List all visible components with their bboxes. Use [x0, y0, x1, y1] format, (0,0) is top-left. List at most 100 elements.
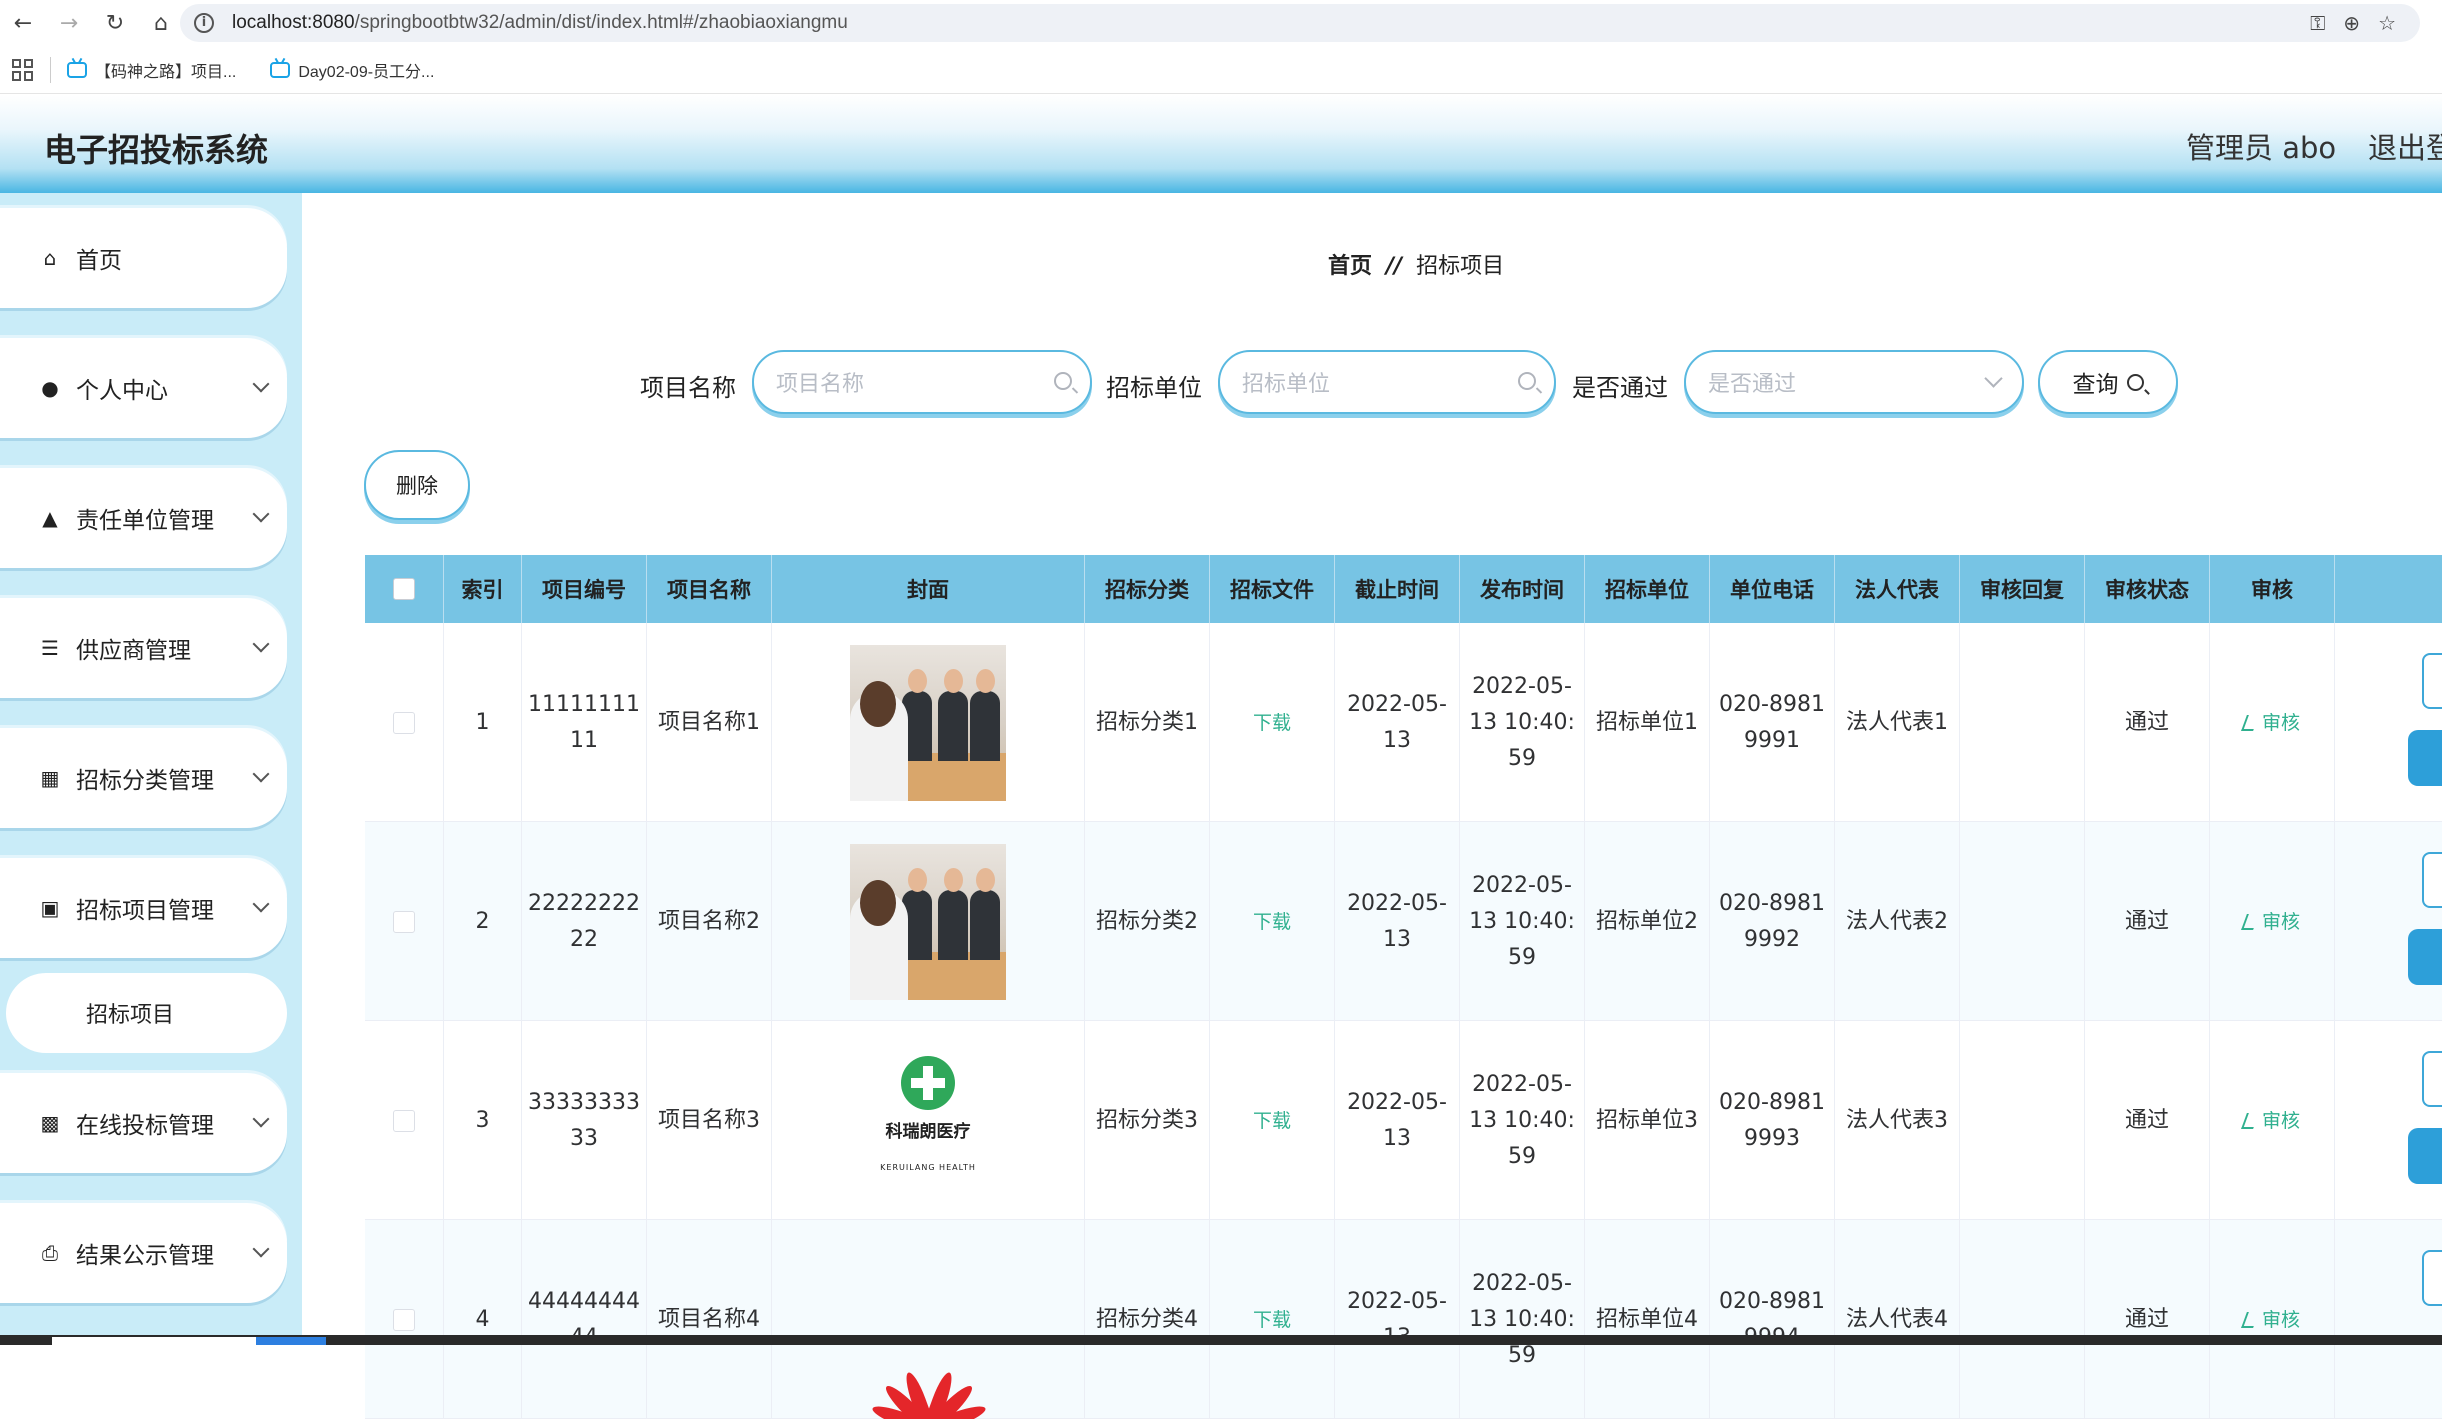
edit-icon: [2241, 714, 2259, 731]
url-path: /springbootbtw32/admin/dist/index.html#/…: [354, 12, 848, 33]
edit-icon: [2241, 913, 2259, 930]
col-header[interactable]: 招标分类: [1085, 555, 1210, 623]
row-checkbox[interactable]: [393, 711, 415, 734]
col-header[interactable]: 项目名称: [647, 555, 772, 623]
table-header: 索引 项目编号 项目名称 封面 招标分类 招标文件 截止时间 发布时间 招标单位…: [365, 555, 2442, 623]
sidebar-item-online-bid[interactable]: ▩ 在线投标管理: [0, 1073, 287, 1173]
audit-label: 审核: [2261, 1308, 2300, 1331]
printer-icon: ⎙: [42, 1241, 58, 1265]
col-header[interactable]: 单位电话: [1710, 555, 1835, 623]
sidebar-item-responsible-unit[interactable]: ▲ 责任单位管理: [0, 468, 287, 568]
cell-name: 项目名称1: [647, 623, 772, 822]
chevron-down-icon: [252, 635, 270, 653]
col-header[interactable]: 招标文件: [1210, 555, 1335, 623]
audit-link[interactable]: 审核: [2241, 1103, 2300, 1139]
cover-meeting-photo[interactable]: [850, 644, 1006, 801]
query-button[interactable]: 查询: [2038, 350, 2178, 414]
medical-cross-icon: [901, 1055, 955, 1110]
zoom-icon[interactable]: ⊕: [2343, 11, 2360, 35]
cell-name: 项目名称2: [647, 822, 772, 1021]
edit-button[interactable]: [2408, 730, 2442, 786]
audit-label: 审核: [2261, 711, 2300, 734]
unit-filter-label: 招标单位: [1106, 374, 1202, 402]
select-all-checkbox[interactable]: [393, 578, 415, 600]
forward-icon[interactable]: →: [46, 0, 92, 46]
col-header[interactable]: 审核状态: [2085, 555, 2210, 623]
cell-reply: [1960, 1220, 2085, 1419]
row-checkbox[interactable]: [393, 1308, 415, 1331]
audit-link[interactable]: 审核: [2241, 1302, 2300, 1338]
sidebar-item-result[interactable]: ⎙ 结果公示管理: [0, 1203, 287, 1303]
detail-button[interactable]: [2422, 653, 2442, 709]
bookmark-item[interactable]: Day02-09-员工分...: [270, 58, 434, 82]
sidebar: ⌂ 首页 ● 个人中心 ▲ 责任单位管理 ☰ 供应商管理 ▦ 招标分类管理 ▣ 招标项目管理…: [0, 193, 302, 1345]
pass-select[interactable]: 是否通过: [1684, 350, 2024, 414]
logo-en-text: KERUILANG HEALTH: [880, 1162, 976, 1172]
col-header[interactable]: 法人代表: [1835, 555, 1960, 623]
back-icon[interactable]: ←: [0, 0, 46, 46]
detail-button[interactable]: [2422, 852, 2442, 908]
col-header[interactable]: 审核: [2210, 555, 2335, 623]
apps-grid-icon[interactable]: [12, 58, 34, 81]
cell-name: 项目名称4: [647, 1220, 772, 1419]
cell-cover: [772, 623, 1085, 822]
cover-huawei-logo[interactable]: [850, 1339, 1006, 1419]
download-link[interactable]: 下载: [1253, 705, 1291, 741]
col-header[interactable]: 项目编号: [522, 555, 647, 623]
bookmark-item[interactable]: 【码神之路】项目...: [67, 58, 236, 82]
cell-status: 通过: [2085, 822, 2210, 1021]
delete-button[interactable]: 删除: [364, 450, 470, 520]
sliders-icon: ☰: [41, 636, 59, 660]
bookmark-separator: [50, 56, 51, 83]
sidebar-subitem-project[interactable]: 招标项目: [6, 973, 287, 1053]
cell-published: 2022-05-13 10:40:59: [1460, 822, 1585, 1021]
download-link[interactable]: 下载: [1253, 1103, 1291, 1139]
chevron-down-icon: [252, 895, 270, 913]
detail-button[interactable]: [2422, 1051, 2442, 1107]
audit-link[interactable]: 审核: [2241, 904, 2300, 940]
col-header[interactable]: 审核回复: [1960, 555, 2085, 623]
sidebar-item-label: 招标分类管理: [76, 768, 214, 794]
cell-audit: 审核: [2210, 623, 2335, 822]
cell-published: 2022-05-13 10:40:59: [1460, 1220, 1585, 1419]
search-icon: [1054, 372, 1072, 390]
site-info-icon[interactable]: i: [194, 13, 214, 33]
col-header[interactable]: 截止时间: [1335, 555, 1460, 623]
home-browser-icon[interactable]: ⌂: [138, 0, 184, 46]
download-link[interactable]: 下载: [1253, 904, 1291, 940]
edit-button[interactable]: [2408, 929, 2442, 985]
url-text[interactable]: localhost:8080/springbootbtw32/admin/dis…: [232, 12, 848, 34]
sidebar-item-home[interactable]: ⌂ 首页: [0, 208, 287, 308]
col-header[interactable]: 发布时间: [1460, 555, 1585, 623]
logout-link[interactable]: 退出登录: [2368, 125, 2442, 167]
name-search-input[interactable]: 项目名称: [752, 350, 1092, 414]
user-tie-icon: ▲: [42, 506, 58, 530]
sidebar-item-project[interactable]: ▣ 招标项目管理: [0, 858, 287, 958]
row-checkbox[interactable]: [393, 1109, 415, 1132]
edit-button[interactable]: [2408, 1128, 2442, 1184]
sidebar-item-category[interactable]: ▦ 招标分类管理: [0, 728, 287, 828]
table-row: 3 3333333333 项目名称3 科瑞朗医疗 KERUILANG HEALTH…: [365, 1021, 2442, 1220]
key-icon[interactable]: ⚿: [2310, 11, 2325, 35]
breadcrumb-home[interactable]: 首页: [1328, 254, 1372, 279]
cell-reply: [1960, 623, 2085, 822]
cover-meeting-photo[interactable]: [850, 843, 1006, 1000]
chevron-down-icon: [252, 505, 270, 523]
row-checkbox[interactable]: [393, 910, 415, 933]
address-bar[interactable]: i localhost:8080/springbootbtw32/admin/d…: [180, 4, 2420, 42]
col-header[interactable]: 招标单位: [1585, 555, 1710, 623]
unit-search-input[interactable]: 招标单位: [1218, 350, 1556, 414]
cover-kerulang-logo[interactable]: 科瑞朗医疗 KERUILANG HEALTH: [850, 1043, 1006, 1199]
sidebar-item-supplier[interactable]: ☰ 供应商管理: [0, 598, 287, 698]
reload-icon[interactable]: ↻: [92, 0, 138, 46]
cell-unit: 招标单位1: [1585, 623, 1710, 822]
col-header[interactable]: 索引: [444, 555, 522, 623]
download-link[interactable]: 下载: [1253, 1302, 1291, 1338]
detail-button[interactable]: [2422, 1250, 2442, 1306]
breadcrumb-current: 招标项目: [1416, 254, 1505, 279]
sidebar-item-personal[interactable]: ● 个人中心: [0, 338, 287, 438]
col-header[interactable]: 封面: [772, 555, 1085, 623]
cell-category: 招标分类2: [1085, 822, 1210, 1021]
star-icon[interactable]: ☆: [2378, 11, 2396, 35]
audit-link[interactable]: 审核: [2241, 705, 2300, 741]
